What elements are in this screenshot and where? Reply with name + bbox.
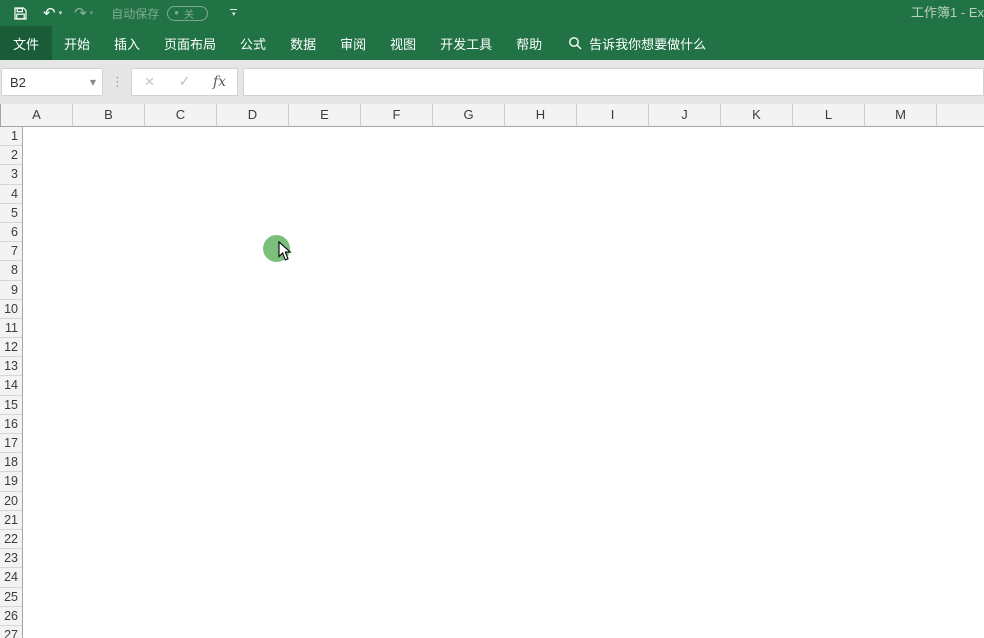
formula-buttons: × ✓ fx [131,68,238,96]
formula-input[interactable] [243,68,984,96]
row-header-27[interactable]: 27 [0,626,22,638]
window-title: 工作簿1 - Ex [911,0,984,26]
column-header-F[interactable]: F [361,104,433,126]
undo-dropdown-caret-icon[interactable]: ▾ [59,9,63,17]
save-icon [14,7,27,20]
column-header-partial[interactable] [937,104,984,126]
customize-quick-access-button[interactable]: ▾ [230,9,237,17]
row-header-7[interactable]: 7 [0,242,22,261]
tab-page-layout[interactable]: 页面布局 [152,26,228,60]
row-header-4[interactable]: 4 [0,185,22,204]
redo-icon: ↷ [74,6,87,21]
autosave-control: 自动保存 ● 关 [111,5,208,22]
undo-button[interactable]: ↶ ▾ [43,6,62,21]
ribbon-tab-row: 文件 开始 插入 页面布局 公式 数据 审阅 视图 开发工具 帮助 告诉我你想要… [0,26,984,60]
tab-view[interactable]: 视图 [378,26,428,60]
column-header-K[interactable]: K [721,104,793,126]
row-header-10[interactable]: 10 [0,300,22,319]
row-header-23[interactable]: 23 [0,549,22,568]
row-header-19[interactable]: 19 [0,472,22,491]
row-header-26[interactable]: 26 [0,607,22,626]
worksheet: ABCDEFGHIJKLM 12345678910111213141516171… [0,104,984,638]
column-header-I[interactable]: I [577,104,649,126]
formula-bar-row: B2 ▼ ⋮ × ✓ fx [0,60,984,104]
column-header-B[interactable]: B [73,104,145,126]
column-headers-strip: ABCDEFGHIJKLM [1,104,984,126]
undo-icon: ↶ [43,6,56,21]
row-headers-strip: 1234567891011121314151617181920212223242… [0,127,23,638]
row-header-20[interactable]: 20 [0,492,22,511]
tell-me-label: 告诉我你想要做什么 [589,34,706,53]
column-header-D[interactable]: D [217,104,289,126]
row-header-6[interactable]: 6 [0,223,22,242]
name-box-value: B2 [10,75,26,90]
column-header-A[interactable]: A [1,104,73,126]
tab-insert[interactable]: 插入 [102,26,152,60]
row-header-14[interactable]: 14 [0,376,22,395]
row-header-9[interactable]: 9 [0,281,22,300]
redo-button[interactable]: ↷ ▾ [74,6,93,21]
row-header-1[interactable]: 1 [0,127,22,146]
row-header-16[interactable]: 16 [0,415,22,434]
redo-dropdown-caret-icon[interactable]: ▾ [90,9,94,17]
row-header-21[interactable]: 21 [0,511,22,530]
search-icon [568,36,582,50]
tab-formulas[interactable]: 公式 [228,26,278,60]
column-header-L[interactable]: L [793,104,865,126]
insert-function-button[interactable]: fx [202,74,237,90]
row-header-17[interactable]: 17 [0,434,22,453]
excel-window: ↶ ▾ ↷ ▾ 自动保存 ● 关 ▾ 工作簿1 - Ex 文件 开始 插入 页面… [0,0,984,638]
cancel-entry-button[interactable]: × [132,72,167,92]
row-header-15[interactable]: 15 [0,396,22,415]
autosave-state-label: 关 [184,6,194,21]
column-header-G[interactable]: G [433,104,505,126]
tell-me-search[interactable]: 告诉我你想要做什么 [568,26,706,60]
autosave-toggle-dot-icon: ● [174,9,179,17]
name-box-caret-icon[interactable]: ▼ [90,78,96,87]
row-header-25[interactable]: 25 [0,588,22,607]
name-box-splitter[interactable]: ⋮ [103,75,131,90]
save-button[interactable] [14,7,27,20]
row-header-2[interactable]: 2 [0,146,22,165]
row-header-11[interactable]: 11 [0,319,22,338]
sheet-grid[interactable] [23,127,984,638]
tab-help[interactable]: 帮助 [504,26,554,60]
mouse-cursor-icon [278,241,292,267]
column-header-M[interactable]: M [865,104,937,126]
select-all-button[interactable] [0,104,1,126]
tab-home[interactable]: 开始 [52,26,102,60]
title-bar: ↶ ▾ ↷ ▾ 自动保存 ● 关 ▾ 工作簿1 - Ex [0,0,984,26]
row-header-24[interactable]: 24 [0,568,22,587]
tab-developer[interactable]: 开发工具 [428,26,504,60]
row-header-3[interactable]: 3 [0,165,22,184]
column-header-J[interactable]: J [649,104,721,126]
row-header-18[interactable]: 18 [0,453,22,472]
column-header-H[interactable]: H [505,104,577,126]
row-header-5[interactable]: 5 [0,204,22,223]
tab-file[interactable]: 文件 [0,26,52,60]
column-header-E[interactable]: E [289,104,361,126]
row-header-12[interactable]: 12 [0,338,22,357]
row-header-13[interactable]: 13 [0,357,22,376]
autosave-label: 自动保存 [111,5,159,22]
autosave-toggle[interactable]: ● 关 [167,6,208,21]
enter-entry-button[interactable]: ✓ [167,74,202,90]
column-header-row: ABCDEFGHIJKLM [0,104,984,127]
tab-data[interactable]: 数据 [278,26,328,60]
grid-body: 1234567891011121314151617181920212223242… [0,127,984,638]
column-header-C[interactable]: C [145,104,217,126]
row-header-22[interactable]: 22 [0,530,22,549]
tab-review[interactable]: 审阅 [328,26,378,60]
name-box[interactable]: B2 ▼ [1,68,103,96]
row-header-8[interactable]: 8 [0,261,22,280]
